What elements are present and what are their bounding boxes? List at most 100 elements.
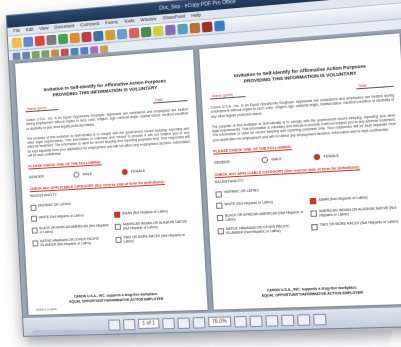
next-page-icon[interactable] (162, 317, 175, 328)
fit-page-icon[interactable] (313, 313, 327, 325)
race-options: HISPANIC OR LATINO WHITE (Not Hispanic o… (215, 181, 401, 236)
document-page-left: Invitation to Self-Identify for Affirmat… (15, 50, 208, 315)
text-tool-icon[interactable] (51, 49, 59, 57)
convert-icon[interactable] (70, 33, 80, 44)
facing-view-icon[interactable] (281, 314, 294, 326)
date-field[interactable]: Date (153, 96, 188, 103)
zoom-out-icon[interactable] (41, 50, 49, 58)
checkbox[interactable] (31, 216, 37, 222)
checkbox[interactable] (115, 237, 121, 243)
race-option[interactable]: HISPANIC OR LATINO (215, 186, 303, 197)
name-field[interactable]: Name (print) (25, 105, 58, 112)
app-window: Doc_Sep - eCopy PDF Pro Office File Edit… (6, 0, 401, 337)
pdf-icon[interactable] (35, 36, 45, 47)
male-option[interactable]: MALE (262, 156, 282, 163)
checkbox[interactable] (32, 240, 38, 246)
stop-icon[interactable] (81, 32, 91, 43)
rectangle-tool-icon[interactable] (80, 46, 88, 54)
checkbox[interactable] (32, 227, 38, 233)
email-icon[interactable] (93, 31, 103, 42)
menu-file[interactable]: File (13, 27, 20, 35)
zoom-level-field[interactable]: 76.0% (208, 316, 232, 327)
race-option[interactable]: AMERICAN INDIAN OR ALASKAN NATIVE (Not H… (115, 220, 195, 232)
menu-window[interactable]: Window (140, 15, 157, 24)
previous-page-icon[interactable] (123, 318, 136, 329)
help-icon[interactable] (214, 20, 225, 31)
form-footer: CANON U.S.A., INC. supports a drug-free … (28, 291, 207, 306)
page-number-field[interactable]: 1 of 1 (138, 318, 159, 329)
race-option[interactable]: NATIVE HAWAIIAN OR OTHER PACIFIC ISLANDE… (32, 237, 110, 248)
race-option[interactable]: TWO OR MORE RACES (Not Hispanic or Latin… (115, 233, 195, 245)
menu-help[interactable]: Help (191, 11, 201, 20)
male-radio[interactable] (262, 157, 269, 164)
stamp-icon[interactable] (165, 25, 176, 36)
race-option[interactable]: TWO OR MORE RACES (Not Hispanic or Latin… (311, 219, 401, 231)
race-option[interactable]: WHITE (Not Hispanic or Latino) (216, 198, 304, 209)
checkbox[interactable] (115, 224, 121, 230)
race-option[interactable]: ASIAN (Not Hispanic or Latino) (310, 193, 401, 204)
checkbox[interactable] (216, 203, 223, 209)
zoom-out-button-icon[interactable] (192, 317, 205, 329)
lock-icon[interactable] (105, 30, 115, 41)
ocr-icon[interactable] (177, 24, 188, 35)
female-option[interactable]: FEMALE (122, 168, 146, 175)
female-option[interactable]: FEMALE (314, 153, 340, 161)
continuous-view-icon[interactable] (265, 315, 278, 327)
race-option[interactable]: ASIAN (Not Hispanic or Latino) (114, 208, 194, 218)
open-folder-icon[interactable] (12, 38, 22, 49)
print-icon[interactable] (46, 35, 56, 46)
fit-width-icon[interactable] (297, 314, 310, 326)
highlight-icon[interactable] (153, 26, 164, 37)
menu-comment[interactable]: Comment (80, 20, 100, 30)
menu-tools[interactable]: Tools (124, 17, 135, 26)
race-option[interactable]: WHITE (Not Hispanic or Latino) (31, 212, 108, 222)
checkbox[interactable] (217, 228, 224, 234)
zoom-in-button-icon[interactable] (234, 315, 247, 327)
delete-icon[interactable] (202, 21, 213, 32)
attach-icon[interactable] (100, 45, 108, 53)
purpose-paragraph: The purpose of this invitation to Self-I… (27, 126, 191, 158)
race-option-empty (113, 196, 193, 207)
menu-view[interactable]: View (39, 24, 49, 33)
race-option[interactable]: BLACK OR AFRICAN AMERICAN (Not Hispanic … (32, 224, 110, 235)
sign-icon[interactable] (141, 27, 152, 38)
save-icon[interactable] (23, 37, 33, 48)
female-radio[interactable] (122, 169, 128, 175)
compare-icon[interactable] (117, 29, 128, 40)
male-option[interactable]: MALE (74, 171, 93, 178)
redact-icon[interactable] (129, 28, 140, 39)
export-icon[interactable] (189, 23, 200, 34)
checkbox[interactable] (217, 214, 224, 220)
hand-tool-icon[interactable] (13, 52, 21, 59)
race-option[interactable]: NATIVE HAWAIIAN OR OTHER PACIFIC ISLANDE… (217, 224, 305, 236)
line-tool-icon[interactable] (70, 47, 78, 55)
document-area[interactable]: Invitation to Self-Identify for Affirmat… (9, 29, 401, 318)
checkbox[interactable] (30, 205, 36, 211)
menu-edit[interactable]: Edit (26, 26, 34, 35)
purpose-paragraph: The purpose of this invitation to Self-I… (212, 113, 397, 142)
race-options: HISPANIC OR LATINO WHITE (Not Hispanic o… (30, 196, 195, 248)
menu-forms[interactable]: Forms (105, 18, 118, 27)
checkbox-checked[interactable] (310, 198, 317, 205)
last-page-icon[interactable] (177, 317, 190, 329)
race-option[interactable]: AMERICAN INDIAN OR ALASKAN NATIVE (Not H… (310, 205, 401, 218)
date-field[interactable]: Date (356, 82, 394, 90)
checkbox[interactable] (311, 224, 318, 231)
form-title: Invitation to Self-Identify for Affirmat… (24, 77, 187, 100)
checkbox[interactable] (310, 210, 317, 217)
zoom-in-icon[interactable] (32, 50, 40, 58)
select-tool-icon[interactable] (22, 51, 30, 59)
checkbox-checked[interactable] (114, 212, 120, 218)
race-option[interactable]: BLACK OR AFRICAN AMERICAN (Not Hispanic … (217, 210, 305, 222)
checkbox[interactable] (215, 191, 222, 197)
male-radio[interactable] (74, 172, 80, 178)
first-page-icon[interactable] (108, 319, 121, 330)
window-reflection (27, 330, 393, 347)
race-option[interactable]: HISPANIC OR LATINO (30, 201, 107, 211)
note-icon[interactable] (61, 48, 69, 56)
pencil-icon[interactable] (90, 46, 98, 54)
name-field[interactable]: Name (print) (210, 92, 246, 100)
scan-icon[interactable] (58, 34, 68, 45)
female-radio[interactable] (314, 154, 321, 161)
single-page-view-icon[interactable] (249, 315, 262, 327)
